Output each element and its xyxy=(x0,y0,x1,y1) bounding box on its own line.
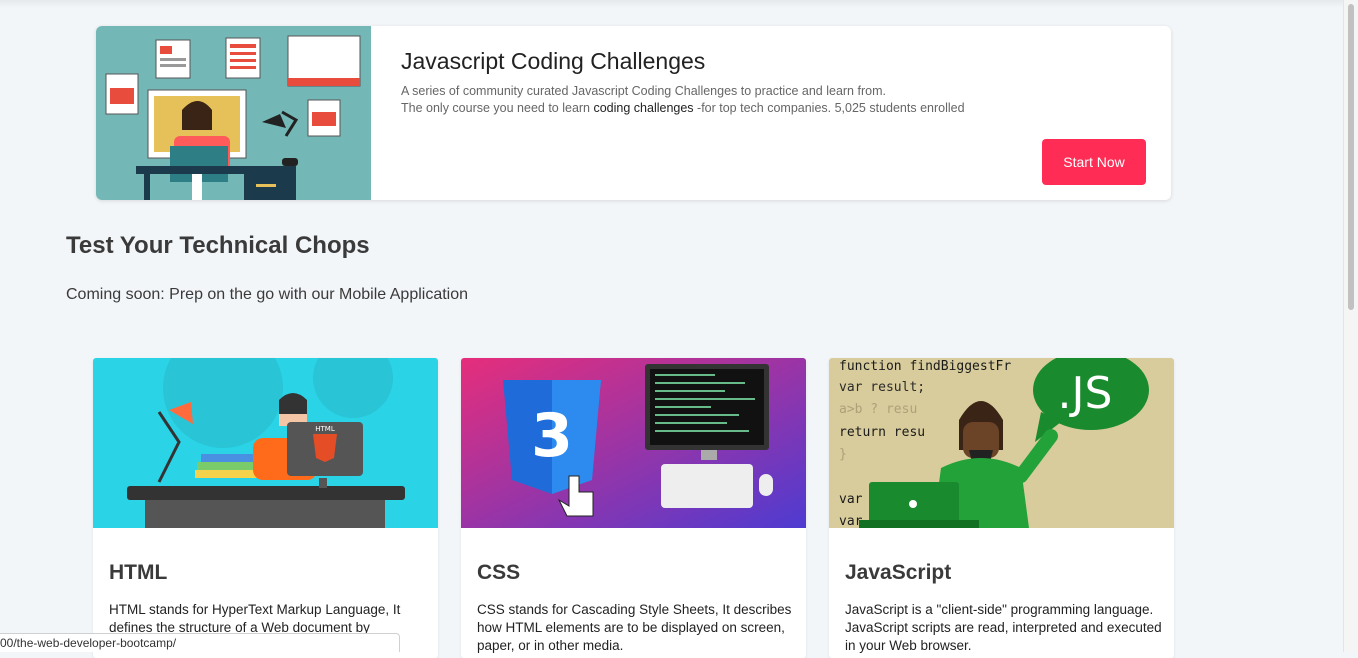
top-shadow xyxy=(0,0,1344,8)
description-text: The only course you need to learn xyxy=(401,101,594,115)
code-line-4: return resu xyxy=(839,425,925,440)
javascript-illustration: function findBiggestFr var result; a>b ?… xyxy=(829,358,1174,528)
code-line-2: var result; xyxy=(839,380,925,395)
code-line-3: a>b ? resu xyxy=(839,402,917,417)
card-title[interactable]: HTML xyxy=(109,561,167,585)
css-badge: 3 xyxy=(531,401,573,471)
card-description: CSS stands for Cascading Style Sheets, I… xyxy=(477,602,792,653)
enrollment-text: -for top tech companies. 5,025 students … xyxy=(693,101,965,115)
start-now-button[interactable]: Start Now xyxy=(1042,139,1146,185)
scrollbar-thumb[interactable] xyxy=(1348,4,1354,310)
coding-desk-illustration xyxy=(96,26,371,200)
vertical-scrollbar[interactable] xyxy=(1343,0,1358,652)
description-line-2: The only course you need to learn coding… xyxy=(401,100,965,117)
featured-course-card[interactable]: Javascript Coding Challenges A series of… xyxy=(96,26,1171,200)
card-title[interactable]: CSS xyxy=(477,561,520,585)
code-line-5: } xyxy=(839,447,847,462)
section-subtitle: Coming soon: Prep on the go with our Mob… xyxy=(66,286,469,303)
section-title: Test Your Technical Chops xyxy=(66,232,370,259)
card-description: JavaScript is a "client-side" programmin… xyxy=(845,602,1162,653)
course-description: A series of community curated Javascript… xyxy=(401,83,965,117)
code-line-6: var xyxy=(839,492,863,507)
code-line-1: function findBiggestFr xyxy=(839,359,1011,374)
course-card-html[interactable]: HTML HTML HTML stands for HyperText Mark… xyxy=(93,358,438,658)
css-illustration: 3 xyxy=(461,358,806,528)
card-description: HTML stands for HyperText Markup Languag… xyxy=(109,602,401,635)
js-badge: .JS xyxy=(1058,368,1113,419)
course-card-css[interactable]: 3 CSS CSS stands for Cascading Style She… xyxy=(461,358,806,658)
course-card-javascript[interactable]: function findBiggestFr var result; a>b ?… xyxy=(829,358,1174,658)
description-line-1: A series of community curated Javascript… xyxy=(401,84,886,98)
html-illustration: HTML xyxy=(93,358,438,528)
link-preview-status-bar: 00/the-web-developer-bootcamp/ xyxy=(0,633,400,652)
course-title[interactable]: Javascript Coding Challenges xyxy=(401,48,705,75)
card-title[interactable]: JavaScript xyxy=(845,561,951,585)
highlight-text: coding challenges xyxy=(593,101,694,115)
html-badge: HTML xyxy=(315,425,335,433)
